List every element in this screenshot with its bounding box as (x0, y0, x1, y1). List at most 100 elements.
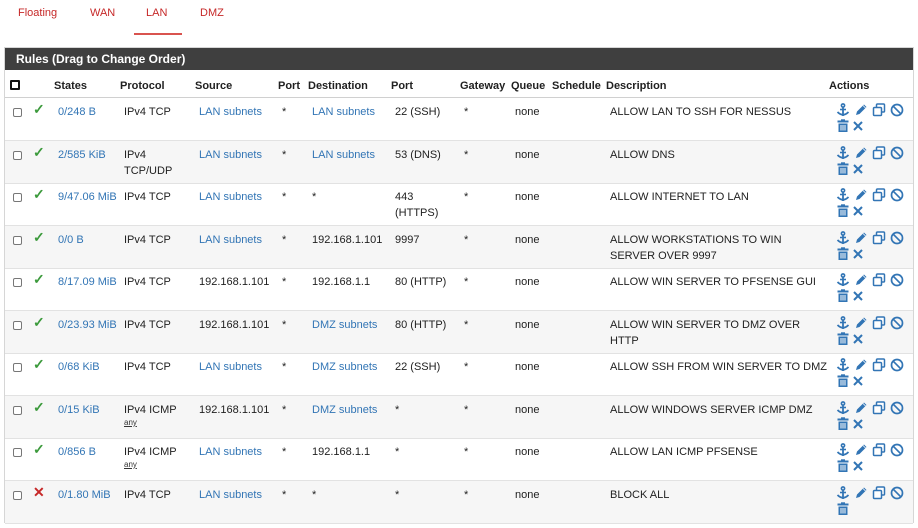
destination-cell[interactable]: DMZ subnets (312, 402, 392, 418)
close-icon[interactable] (851, 332, 865, 346)
close-icon[interactable] (851, 417, 865, 431)
copy-icon[interactable] (872, 316, 886, 330)
close-icon[interactable] (851, 119, 865, 133)
source-cell[interactable]: LAN subnets (199, 487, 279, 503)
table-row[interactable]: ✓ 0/68 KiB IPv4 TCP LAN subnets * DMZ subnets… (5, 353, 913, 396)
trash-icon[interactable] (836, 247, 850, 261)
copy-icon[interactable] (872, 146, 886, 160)
pencil-icon[interactable] (854, 401, 868, 415)
table-row[interactable]: ✓ 0/23.93 MiB IPv4 TCP 192.168.1.101 * DMZ su… (5, 311, 913, 354)
anchor-icon[interactable] (836, 358, 850, 372)
row-checkbox[interactable] (13, 193, 22, 202)
trash-icon[interactable] (836, 417, 850, 431)
anchor-icon[interactable] (836, 443, 850, 457)
ban-icon[interactable] (890, 401, 904, 415)
protocol-icmp-type[interactable]: any (124, 418, 192, 428)
source-cell[interactable]: LAN subnets (199, 189, 279, 205)
ban-icon[interactable] (890, 188, 904, 202)
ban-icon[interactable] (890, 316, 904, 330)
table-row[interactable]: ✓ 9/47.06 MiB IPv4 TCP LAN subnets * * 443 (HT… (5, 183, 913, 226)
ban-icon[interactable] (890, 146, 904, 160)
table-row[interactable]: ✓ 2/585 KiB IPv4 TCP/UDP LAN subnets * LAN su… (5, 141, 913, 184)
pencil-icon[interactable] (854, 188, 868, 202)
anchor-icon[interactable] (836, 401, 850, 415)
destination-cell[interactable]: LAN subnets (312, 104, 392, 120)
row-checkbox[interactable] (13, 406, 22, 415)
states-link[interactable]: 0/856 B (58, 444, 118, 460)
trash-icon[interactable] (836, 502, 850, 516)
pencil-icon[interactable] (854, 231, 868, 245)
destination-cell[interactable]: DMZ subnets (312, 359, 392, 375)
ban-icon[interactable] (890, 443, 904, 457)
copy-icon[interactable] (872, 188, 886, 202)
copy-icon[interactable] (872, 401, 886, 415)
tab-floating[interactable]: Floating (18, 5, 57, 35)
pencil-icon[interactable] (854, 358, 868, 372)
copy-icon[interactable] (872, 103, 886, 117)
close-icon[interactable] (851, 204, 865, 218)
states-link[interactable]: 0/68 KiB (58, 359, 118, 375)
table-row[interactable]: ✓ 0/248 B IPv4 TCP LAN subnets * LAN subnets 2… (5, 98, 913, 141)
close-icon[interactable] (851, 162, 865, 176)
close-icon[interactable] (851, 247, 865, 261)
pencil-icon[interactable] (854, 316, 868, 330)
ban-icon[interactable] (890, 103, 904, 117)
states-link[interactable]: 0/0 B (58, 232, 118, 248)
source-cell[interactable]: LAN subnets (199, 104, 279, 120)
ban-icon[interactable] (890, 358, 904, 372)
trash-icon[interactable] (836, 459, 850, 473)
ban-icon[interactable] (890, 486, 904, 500)
trash-icon[interactable] (836, 119, 850, 133)
ban-icon[interactable] (890, 273, 904, 287)
source-cell[interactable]: LAN subnets (199, 147, 279, 163)
pencil-icon[interactable] (854, 146, 868, 160)
pencil-icon[interactable] (854, 273, 868, 287)
copy-icon[interactable] (872, 486, 886, 500)
states-link[interactable]: 0/1.80 MiB (58, 487, 118, 503)
row-checkbox[interactable] (13, 108, 22, 117)
source-cell[interactable]: LAN subnets (199, 444, 279, 460)
trash-icon[interactable] (836, 204, 850, 218)
table-row[interactable]: ✓ 0/856 B IPv4 ICMP any LAN subnets * 192.168.… (5, 438, 913, 481)
table-row[interactable]: ✕ 0/1.80 MiB IPv4 TCP LAN subnets * * * * none BL… (5, 481, 913, 524)
protocol-icmp-type[interactable]: any (124, 460, 192, 470)
row-checkbox[interactable] (13, 321, 22, 330)
anchor-icon[interactable] (836, 103, 850, 117)
tab-lan[interactable]: LAN (134, 5, 182, 35)
states-link[interactable]: 0/15 KiB (58, 402, 118, 418)
anchor-icon[interactable] (836, 486, 850, 500)
row-checkbox[interactable] (13, 491, 22, 500)
copy-icon[interactable] (872, 231, 886, 245)
row-checkbox[interactable] (13, 236, 22, 245)
copy-icon[interactable] (872, 443, 886, 457)
states-link[interactable]: 8/17.09 MiB (58, 274, 118, 290)
tab-wan[interactable]: WAN (90, 5, 115, 35)
close-icon[interactable] (851, 289, 865, 303)
table-row[interactable]: ✓ 8/17.09 MiB IPv4 TCP 192.168.1.101 * 192.16… (5, 268, 913, 311)
pencil-icon[interactable] (854, 486, 868, 500)
anchor-icon[interactable] (836, 273, 850, 287)
row-checkbox[interactable] (13, 278, 22, 287)
trash-icon[interactable] (836, 162, 850, 176)
close-icon[interactable] (851, 374, 865, 388)
anchor-icon[interactable] (836, 231, 850, 245)
row-checkbox[interactable] (13, 448, 22, 457)
ban-icon[interactable] (890, 231, 904, 245)
trash-icon[interactable] (836, 332, 850, 346)
tab-dmz[interactable]: DMZ (200, 5, 224, 35)
copy-icon[interactable] (872, 358, 886, 372)
anchor-icon[interactable] (836, 316, 850, 330)
copy-icon[interactable] (872, 273, 886, 287)
states-link[interactable]: 2/585 KiB (58, 147, 118, 163)
source-cell[interactable]: LAN subnets (199, 359, 279, 375)
trash-icon[interactable] (836, 374, 850, 388)
select-all-checkbox[interactable] (10, 80, 20, 90)
states-link[interactable]: 0/23.93 MiB (58, 317, 118, 333)
row-checkbox[interactable] (13, 363, 22, 372)
row-checkbox[interactable] (13, 151, 22, 160)
pencil-icon[interactable] (854, 103, 868, 117)
source-cell[interactable]: LAN subnets (199, 232, 279, 248)
close-icon[interactable] (851, 459, 865, 473)
table-row[interactable]: ✓ 0/15 KiB IPv4 ICMP any 192.168.1.101 * DMZ s… (5, 396, 913, 439)
destination-cell[interactable]: LAN subnets (312, 147, 392, 163)
